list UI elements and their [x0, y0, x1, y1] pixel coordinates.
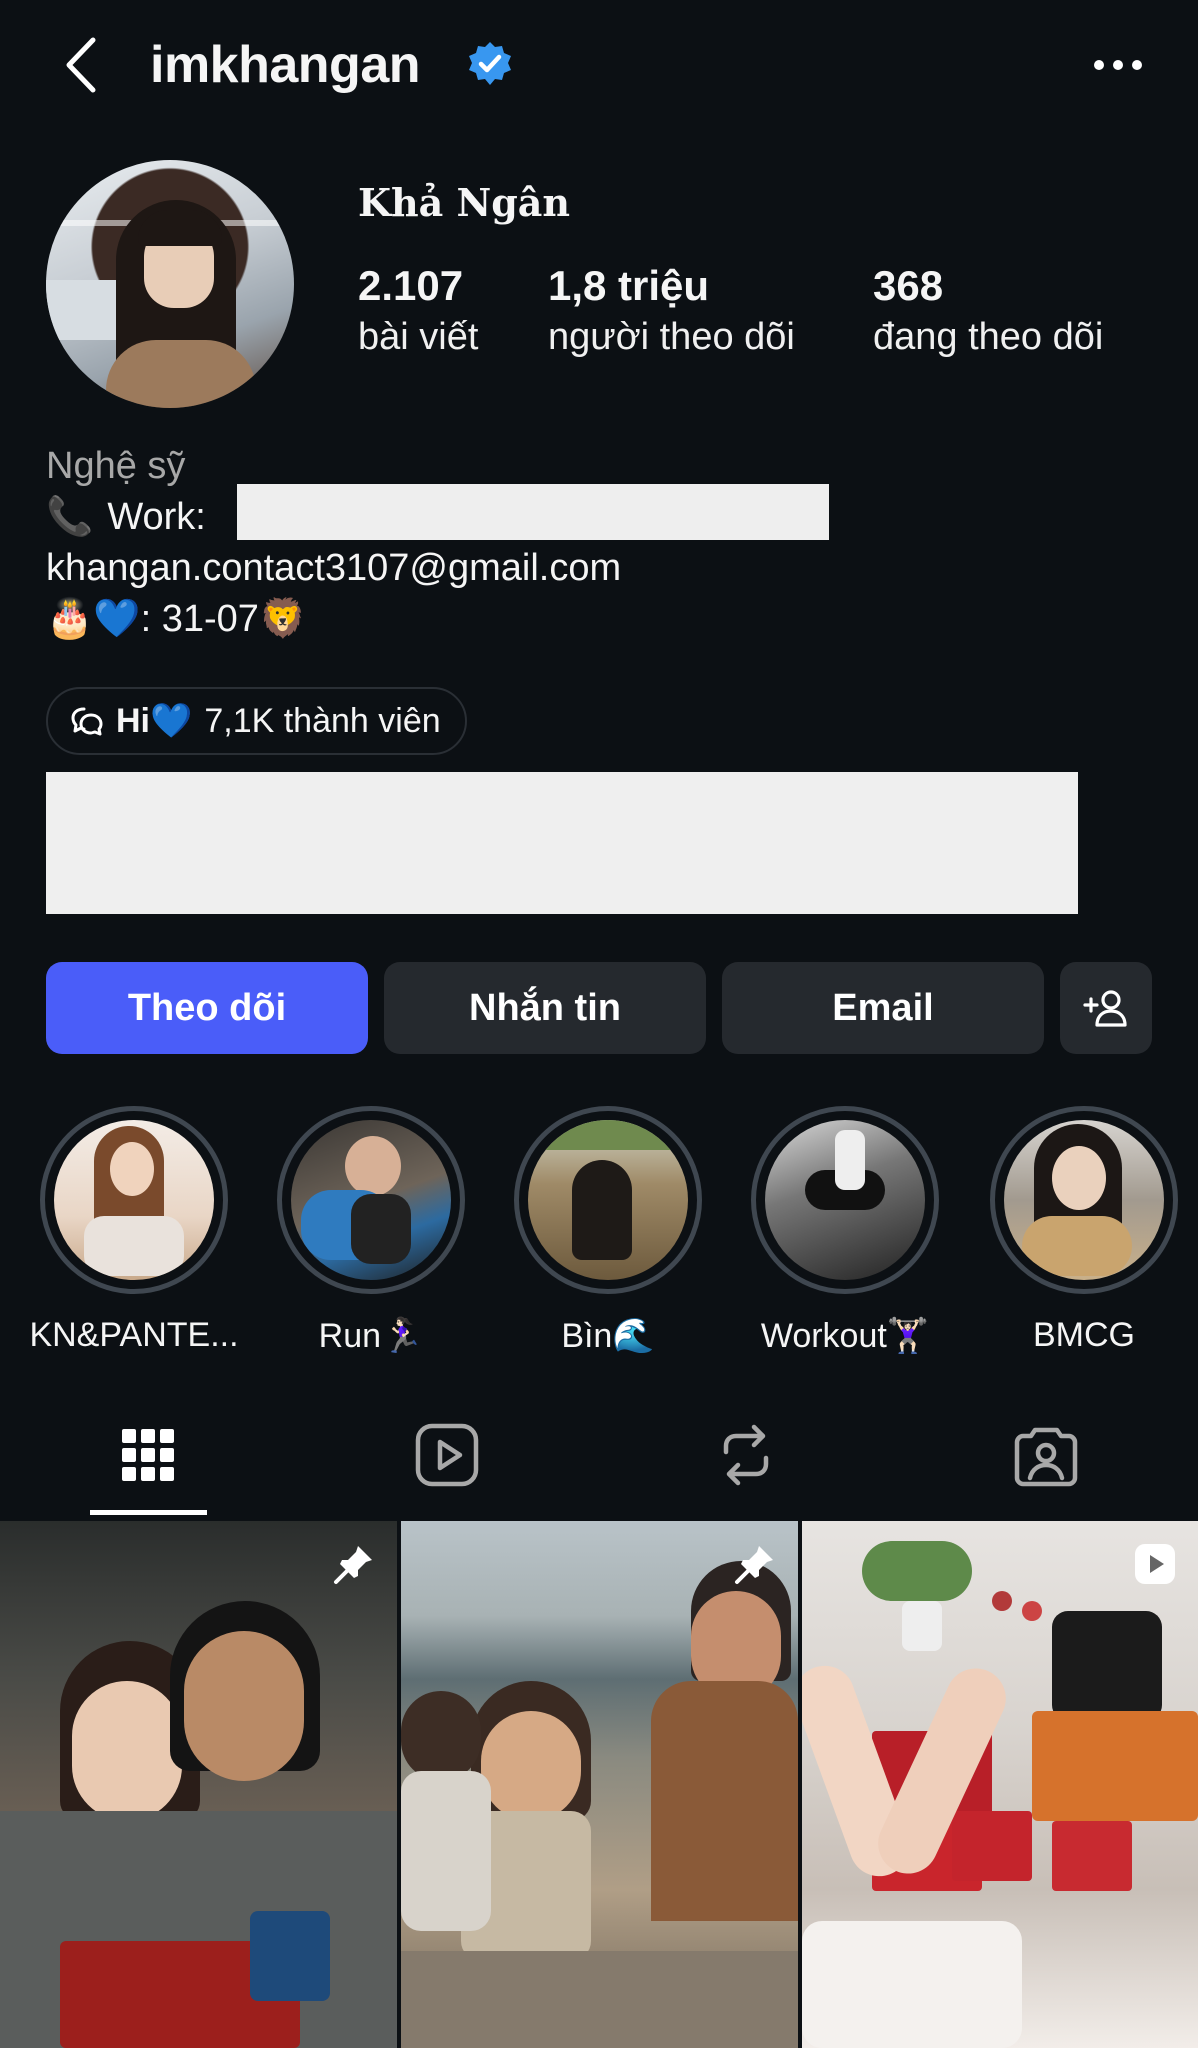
work-label: Work: [107, 495, 206, 538]
stat-followers[interactable]: 1,8 triệu người theo dõi [548, 262, 795, 359]
display-name: Khả Ngân [358, 180, 571, 225]
highlight-cover [528, 1120, 688, 1280]
community-heart-icon: 💙 [150, 702, 193, 740]
email-button[interactable]: Email [722, 962, 1044, 1054]
tagged-icon [1014, 1427, 1078, 1487]
reel-icon [1130, 1539, 1180, 1589]
add-person-icon [1083, 990, 1127, 1027]
reels-icon [415, 1423, 479, 1487]
message-button[interactable]: Nhắn tin [384, 962, 706, 1054]
highlight-label: KN&PANTE... [29, 1316, 239, 1354]
suggested-people-button[interactable] [1060, 962, 1152, 1054]
bio-birthday-line: 🎂💙 : 31-07 🦁 [46, 597, 306, 641]
highlight-label: Workout🏋🏻‍♀️ [760, 1317, 930, 1355]
following-count: 368 [873, 262, 944, 309]
ellipsis-icon [1094, 60, 1142, 70]
tab-tagged[interactable] [986, 1410, 1106, 1500]
redacted-block [237, 484, 829, 540]
stat-posts[interactable]: 2.107 bài viết [358, 262, 478, 359]
highlight-kn-pantene[interactable]: KN&PANTE... [29, 1106, 239, 1355]
profile-username: imkhangan [150, 36, 421, 94]
highlight-label: BMCG [1033, 1316, 1135, 1354]
followers-label: người theo dõi [548, 316, 795, 358]
posts-count: 2.107 [358, 262, 464, 309]
highlight-bin[interactable]: Bìn🌊 [514, 1106, 702, 1356]
tab-reels[interactable] [387, 1410, 507, 1500]
following-label: đang theo dõi [873, 316, 1104, 358]
highlight-label: Run🏃🏻‍♀️ [318, 1317, 424, 1355]
chat-bubbles-icon [71, 707, 103, 736]
bio-work-line: 📞 Work: [46, 495, 206, 539]
stat-following[interactable]: 368 đang theo dõi [873, 262, 1103, 359]
highlight-bmcg[interactable]: BMCG [990, 1106, 1178, 1355]
posts-label: bài viết [358, 316, 479, 358]
community-name: Hi [116, 701, 150, 740]
birthday-text: : 31-07 [140, 597, 259, 640]
redacted-block [46, 772, 1078, 914]
followers-count: 1,8 triệu [548, 262, 710, 309]
profile-avatar[interactable] [46, 160, 294, 408]
back-button[interactable] [56, 30, 106, 100]
highlight-cover [54, 1120, 214, 1280]
grid-post[interactable] [802, 1521, 1198, 2048]
highlight-run[interactable]: Run🏃🏻‍♀️ [277, 1106, 465, 1356]
highlight-cover [291, 1120, 451, 1280]
follow-button[interactable]: Theo dõi [46, 962, 368, 1054]
tab-reposts[interactable] [686, 1410, 806, 1500]
community-members: 7,1K thành viên [204, 701, 441, 740]
highlight-cover [765, 1120, 925, 1280]
chevron-left-icon [66, 37, 96, 93]
tab-posts-grid[interactable] [88, 1410, 208, 1500]
pin-icon [730, 1539, 780, 1589]
profile-category: Nghệ sỹ [46, 445, 186, 487]
grid-post[interactable] [401, 1521, 798, 2048]
highlight-cover [1004, 1120, 1164, 1280]
more-options-button[interactable] [1090, 40, 1146, 90]
grid-post[interactable] [0, 1521, 397, 2048]
verified-badge-icon [466, 40, 514, 88]
highlight-label: Bìn🌊 [561, 1317, 655, 1355]
grid-icon [122, 1429, 174, 1481]
community-chip[interactable]: Hi 💙 7,1K thành viên [46, 687, 467, 755]
pin-icon [329, 1539, 379, 1589]
phone-icon: 📞 [46, 496, 94, 538]
bio-email[interactable]: khangan.contact3107@gmail.com [46, 547, 621, 590]
cake-heart-icon: 🎂💙 [46, 598, 141, 640]
lion-icon: 🦁 [258, 598, 307, 640]
highlight-workout[interactable]: Workout🏋🏻‍♀️ [751, 1106, 939, 1356]
reposts-icon [723, 1424, 769, 1486]
active-tab-indicator [90, 1510, 207, 1515]
